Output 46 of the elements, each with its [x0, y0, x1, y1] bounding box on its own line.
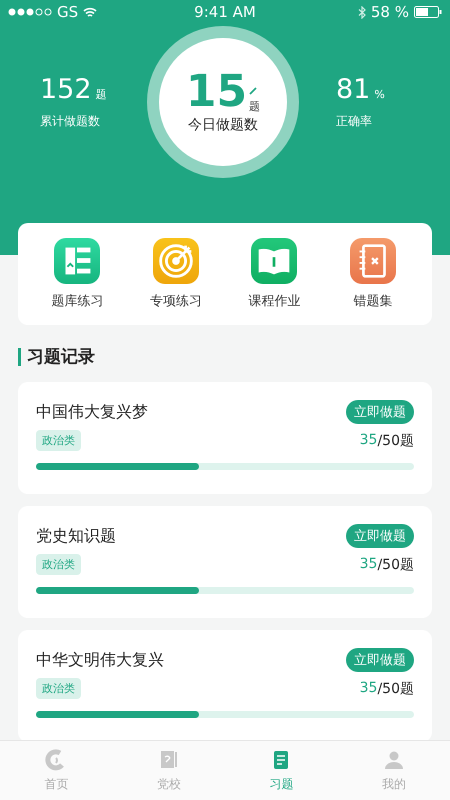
start-button[interactable]: 立即做题	[346, 400, 414, 424]
done-count: 35	[360, 556, 378, 574]
accuracy-label: 正确率	[336, 113, 372, 130]
book-list-icon[interactable]	[54, 238, 100, 284]
shortcut-label[interactable]: 错题集	[353, 292, 392, 310]
total-label: 累计做题数	[40, 113, 100, 130]
tab-item[interactable]: 党校	[128, 748, 209, 793]
total-count: /50题	[377, 432, 414, 450]
notebook-x-icon[interactable]	[350, 238, 396, 284]
accuracy-unit: %	[374, 88, 385, 101]
section-title: 习题记录	[27, 346, 95, 368]
today-label: 今日做题数	[188, 116, 258, 134]
total-count: /50题	[377, 680, 414, 698]
category-tag: 政治类	[36, 678, 81, 699]
open-book-icon[interactable]	[251, 238, 298, 284]
today-count: 15	[186, 70, 248, 114]
signal-icon	[8, 8, 52, 16]
start-button[interactable]: 立即做题	[346, 524, 414, 548]
shortcut-label[interactable]: 课程作业	[248, 292, 300, 310]
start-button[interactable]: 立即做题	[346, 648, 414, 672]
tab-item[interactable]: 习题	[241, 748, 322, 793]
accuracy-value: 81	[336, 74, 370, 105]
category-tag: 政治类	[36, 430, 81, 451]
shortcut-label[interactable]: 题库练习	[51, 292, 104, 310]
today-unit: 题	[249, 99, 260, 114]
total-unit: 题	[96, 87, 107, 102]
bluetooth-icon	[358, 6, 366, 18]
category-tag: 政治类	[36, 554, 81, 575]
done-count: 35	[360, 680, 378, 698]
record-title: 中国伟大复兴梦	[36, 402, 148, 422]
battery-icon	[414, 6, 442, 18]
total-value: 152	[40, 74, 92, 105]
target-icon[interactable]	[152, 238, 199, 284]
tab-item[interactable]: 我的	[354, 748, 434, 793]
tab-item[interactable]: 首页	[16, 748, 96, 793]
carrier-name: GS	[57, 3, 78, 21]
record-title: 中华文明伟大复兴	[36, 650, 164, 670]
section-marker	[18, 348, 21, 366]
done-count: 35	[360, 432, 378, 450]
shortcut-label[interactable]: 专项练习	[150, 292, 202, 310]
total-count: /50题	[377, 556, 414, 574]
wifi-icon	[83, 6, 98, 18]
pencil-icon[interactable]	[249, 87, 258, 95]
record-title: 党史知识题	[36, 526, 116, 546]
battery-percent: 58 %	[370, 3, 409, 21]
status-time: 9:41 AM	[194, 3, 256, 21]
